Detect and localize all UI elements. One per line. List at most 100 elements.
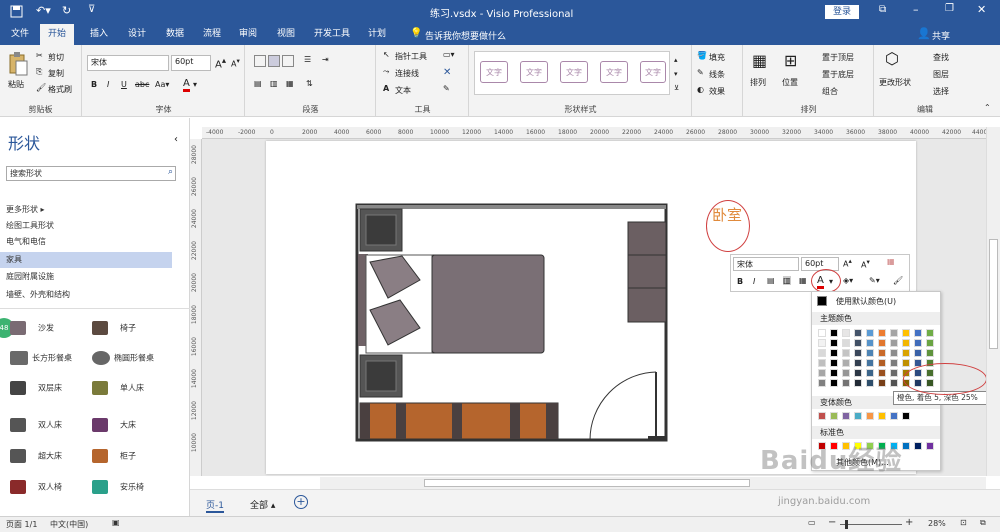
fit-page-icon[interactable]: ▭ [808, 518, 816, 527]
layers-button[interactable]: 图层 [933, 69, 949, 80]
theme-color-swatch[interactable] [866, 359, 874, 367]
bullets-icon[interactable]: ☰ [304, 55, 311, 64]
mini-line-icon[interactable]: ✎▾ [869, 276, 880, 285]
zoom-level[interactable]: 28% [928, 519, 946, 528]
save-icon[interactable] [10, 5, 23, 18]
arrange-button[interactable]: 排列 [750, 77, 766, 88]
theme-color-swatch[interactable] [902, 339, 910, 347]
theme-color-swatch[interactable] [830, 379, 838, 387]
theme-color-swatch[interactable] [842, 339, 850, 347]
mini-align-right-icon[interactable]: ▦ [799, 276, 807, 285]
vertical-scrollbar[interactable] [986, 127, 1000, 476]
mini-font-select[interactable]: 宋体 [733, 257, 799, 271]
collapse-ribbon-icon[interactable]: ⌃ [984, 103, 991, 112]
tab-design[interactable]: 设计 [122, 24, 152, 45]
theme-color-swatch[interactable] [866, 329, 874, 337]
indent-icon[interactable]: ⇥ [322, 55, 329, 64]
theme-color-swatch[interactable] [926, 339, 934, 347]
align-bottom-icon[interactable] [282, 55, 294, 67]
tab-review[interactable]: 审阅 [233, 24, 263, 45]
bold-icon[interactable]: B [91, 80, 97, 89]
default-color-swatch[interactable] [817, 296, 827, 306]
scissors-icon[interactable]: ✂ [36, 51, 43, 60]
variant-color-swatch[interactable] [878, 412, 886, 420]
theme-color-swatch[interactable] [914, 329, 922, 337]
align-center-icon[interactable]: ▥ [270, 79, 278, 88]
theme-color-swatch[interactable] [890, 379, 898, 387]
theme-color-swatch[interactable] [866, 339, 874, 347]
mini-fill-icon[interactable]: ◈▾ [843, 276, 853, 285]
style-swatch-3[interactable]: 文字 [560, 61, 588, 83]
theme-color-swatch[interactable] [878, 379, 886, 387]
select-button[interactable]: 选择 [933, 86, 949, 97]
theme-color-swatch[interactable] [830, 359, 838, 367]
style-swatch-4[interactable]: 文字 [600, 61, 628, 83]
search-icon[interactable]: ⌕ [168, 167, 173, 177]
zoom-out-icon[interactable]: − [828, 517, 836, 528]
shape-item[interactable]: 大床 [92, 418, 136, 432]
theme-color-swatch[interactable] [842, 359, 850, 367]
mini-styles-icon[interactable]: ▦ [887, 257, 895, 266]
text-tool-icon[interactable]: A [383, 84, 389, 93]
theme-color-swatch[interactable] [854, 359, 862, 367]
format-painter-button[interactable]: 格式刷 [48, 84, 72, 95]
brush-icon[interactable]: 🖌 [36, 83, 46, 92]
variant-color-swatch[interactable] [866, 412, 874, 420]
paste-button[interactable]: 粘贴 [8, 79, 24, 90]
mini-align-center-icon[interactable]: ▥ [783, 276, 791, 285]
theme-color-swatch[interactable] [830, 339, 838, 347]
align-middle-icon[interactable] [268, 55, 280, 67]
share-button[interactable]: 共享 [932, 29, 950, 42]
shape-item[interactable]: 双人床 [10, 418, 62, 432]
shape-item[interactable]: 椅子 [92, 321, 136, 335]
tab-data[interactable]: 数据 [160, 24, 190, 45]
position-button[interactable]: 位置 [782, 77, 798, 88]
theme-color-swatch[interactable] [818, 379, 826, 387]
pencil-icon[interactable]: ✎ [443, 84, 450, 93]
group-button[interactable]: 组合 [822, 86, 838, 97]
theme-color-swatch[interactable] [818, 349, 826, 357]
effects-icon[interactable]: ◐ [697, 85, 704, 94]
wardrobe[interactable] [627, 221, 667, 323]
ribbon-display-icon[interactable]: ⧉ [879, 4, 886, 15]
theme-color-swatch[interactable] [878, 359, 886, 367]
theme-color-swatch[interactable] [866, 369, 874, 377]
mini-format-painter-icon[interactable]: 🖌 [893, 276, 903, 285]
theme-color-swatch[interactable] [878, 369, 886, 377]
default-color-option[interactable]: 使用默认颜色(U) [836, 296, 896, 307]
line-icon[interactable]: ✎ [697, 68, 704, 77]
theme-color-swatch[interactable] [878, 339, 886, 347]
theme-color-swatch[interactable] [842, 329, 850, 337]
align-left-icon[interactable]: ▤ [254, 79, 262, 88]
add-page-icon[interactable]: + [294, 495, 308, 509]
redo-icon[interactable]: ↻ [62, 4, 71, 17]
gallery-scroll-icon[interactable]: ▴ ▾ ⊻ [674, 53, 679, 95]
zoom-in-icon[interactable]: + [905, 517, 913, 528]
find-button[interactable]: 查找 [933, 52, 949, 63]
category-item-furniture[interactable]: 家具 [0, 252, 172, 268]
category-item[interactable]: 庭园附属设施 [0, 269, 172, 285]
underline-icon[interactable]: U [121, 80, 127, 89]
theme-color-swatch[interactable] [854, 329, 862, 337]
zoom-slider[interactable] [840, 524, 902, 525]
connector-icon[interactable]: ⤳ [383, 67, 389, 77]
theme-color-swatch[interactable] [890, 359, 898, 367]
theme-color-swatch[interactable] [926, 329, 934, 337]
theme-color-swatch[interactable] [902, 359, 910, 367]
variant-color-swatch[interactable] [818, 412, 826, 420]
mini-shrink-font-icon[interactable]: A▾ [861, 258, 870, 270]
position-icon[interactable]: ⊞ [784, 51, 797, 70]
pointer-icon[interactable]: ↖ [383, 50, 390, 59]
switch-window-icon[interactable]: ⧉ [980, 518, 986, 528]
case-icon[interactable]: Aa▾ [155, 80, 169, 89]
theme-color-swatch[interactable] [890, 349, 898, 357]
close-icon[interactable]: ✕ [977, 3, 986, 16]
collapse-panel-icon[interactable]: ‹ [174, 134, 178, 145]
theme-color-swatch[interactable] [890, 329, 898, 337]
theme-color-swatch[interactable] [842, 369, 850, 377]
tab-developer[interactable]: 开发工具 [309, 24, 355, 45]
zoom-slider-thumb[interactable] [845, 520, 848, 529]
cabinet[interactable] [359, 402, 559, 440]
effects-button[interactable]: 效果 [709, 86, 725, 97]
copy-button[interactable]: 复制 [48, 68, 64, 79]
